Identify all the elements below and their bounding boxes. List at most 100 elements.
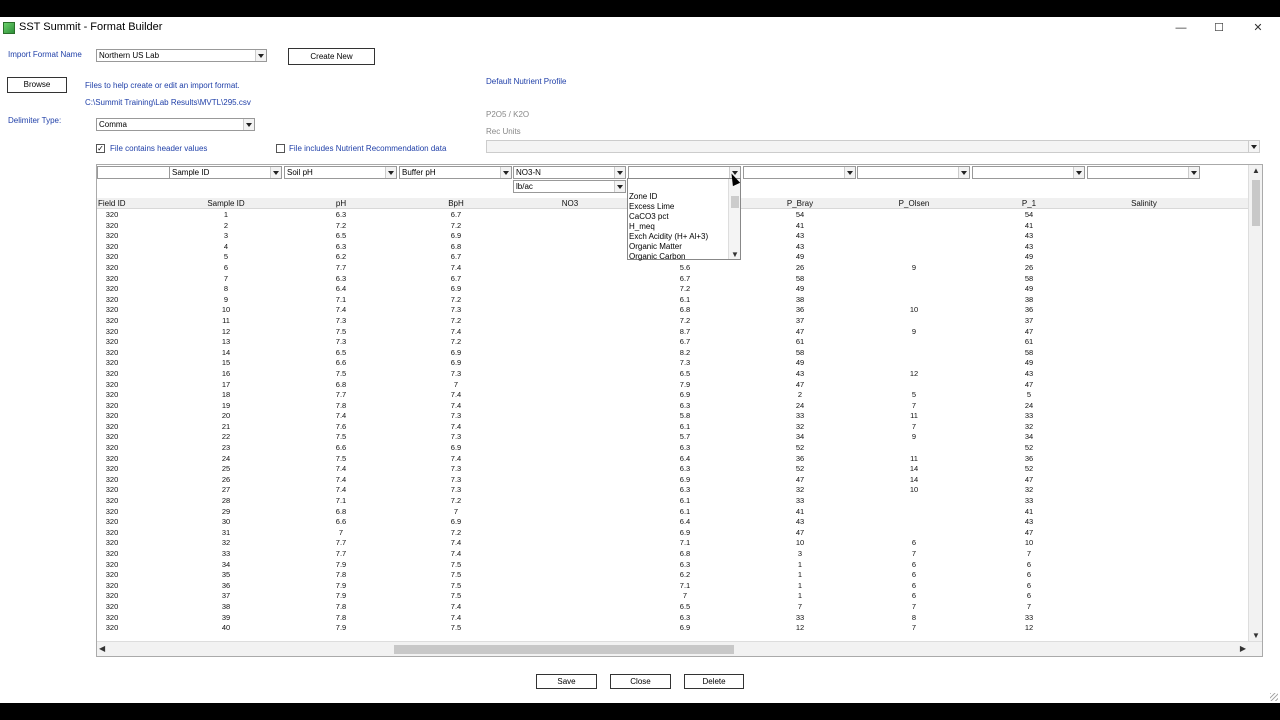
table-cell[interactable]: 58 xyxy=(972,274,1086,285)
table-cell[interactable]: 6.9 xyxy=(399,284,513,295)
chevron-down-icon[interactable] xyxy=(500,167,511,178)
table-cell[interactable]: 7 xyxy=(857,623,971,634)
resize-grip-icon[interactable] xyxy=(1270,693,1278,701)
table-cell[interactable]: 7.7 xyxy=(284,538,398,549)
table-cell[interactable]: 7.4 xyxy=(284,475,398,486)
list-scrollbar[interactable]: ▼ xyxy=(728,179,740,259)
table-cell[interactable]: 37 xyxy=(972,316,1086,327)
column-header[interactable]: pH xyxy=(284,198,398,209)
vertical-scrollbar[interactable]: ▲ ▼ xyxy=(1248,165,1262,641)
table-cell[interactable]: 6.7 xyxy=(628,337,742,348)
table-cell[interactable]: 7.4 xyxy=(399,401,513,412)
table-cell[interactable]: 49 xyxy=(972,284,1086,295)
table-cell[interactable]: 6 xyxy=(857,591,971,602)
table-cell[interactable]: 7 xyxy=(743,602,857,613)
browse-button[interactable]: Browse xyxy=(7,77,67,93)
table-cell[interactable]: 9 xyxy=(857,263,971,274)
table-cell[interactable]: 41 xyxy=(743,507,857,518)
column-header[interactable]: BpH xyxy=(399,198,513,209)
table-cell[interactable]: 7.4 xyxy=(284,305,398,316)
table-cell[interactable]: 24 xyxy=(743,401,857,412)
table-cell[interactable]: 7.4 xyxy=(399,454,513,465)
column-header[interactable]: Sample ID xyxy=(169,198,283,209)
table-row[interactable]: 320 19 7.8 7.4 6.3 24 7 24 xyxy=(97,401,1247,412)
column-header[interactable]: NO3 xyxy=(513,198,627,209)
table-cell[interactable]: 36 xyxy=(972,454,1086,465)
table-cell[interactable]: 6.2 xyxy=(628,570,742,581)
table-cell[interactable]: 7 xyxy=(972,602,1086,613)
column-mapping-select[interactable]: Sample ID xyxy=(169,166,282,179)
table-cell[interactable]: 320 xyxy=(97,358,127,369)
table-cell[interactable]: 320 xyxy=(97,221,127,232)
table-cell[interactable]: 7 xyxy=(857,401,971,412)
table-cell[interactable]: 320 xyxy=(97,570,127,581)
table-cell[interactable]: 6.6 xyxy=(284,358,398,369)
table-cell[interactable]: 25 xyxy=(169,464,283,475)
maximize-button[interactable]: ☐ xyxy=(1202,19,1236,37)
table-cell[interactable]: 7.1 xyxy=(284,295,398,306)
table-cell[interactable]: 7.3 xyxy=(284,337,398,348)
table-cell[interactable]: 7.1 xyxy=(628,581,742,592)
table-cell[interactable]: 43 xyxy=(972,231,1086,242)
table-cell[interactable]: 6.1 xyxy=(628,507,742,518)
table-cell[interactable]: 320 xyxy=(97,242,127,253)
table-cell[interactable]: 32 xyxy=(743,485,857,496)
table-cell[interactable]: 22 xyxy=(169,432,283,443)
table-row[interactable]: 320 25 7.4 7.3 6.3 52 14 52 xyxy=(97,464,1247,475)
table-cell[interactable]: 10 xyxy=(857,305,971,316)
table-cell[interactable]: 7 xyxy=(169,274,283,285)
table-cell[interactable]: 6 xyxy=(857,570,971,581)
table-cell[interactable]: 41 xyxy=(972,507,1086,518)
table-cell[interactable]: 6.7 xyxy=(399,210,513,221)
list-item[interactable]: Exch Acidity (H+ Al+3) xyxy=(629,232,708,241)
table-cell[interactable]: 9 xyxy=(857,432,971,443)
table-cell[interactable]: 47 xyxy=(972,528,1086,539)
table-cell[interactable]: 34 xyxy=(743,432,857,443)
table-row[interactable]: 320 20 7.4 7.3 5.8 33 11 33 xyxy=(97,411,1247,422)
table-cell[interactable]: 12 xyxy=(743,623,857,634)
table-cell[interactable]: 20 xyxy=(169,411,283,422)
table-cell[interactable]: 6 xyxy=(972,560,1086,571)
horizontal-scroll-thumb[interactable] xyxy=(394,645,734,654)
table-cell[interactable]: 9 xyxy=(169,295,283,306)
table-cell[interactable]: 7.2 xyxy=(399,496,513,507)
table-cell[interactable]: 13 xyxy=(169,337,283,348)
table-cell[interactable]: 1 xyxy=(743,560,857,571)
table-cell[interactable]: 7.5 xyxy=(399,623,513,634)
scroll-down-icon[interactable]: ▼ xyxy=(731,250,739,259)
scroll-left-icon[interactable]: ◀ xyxy=(99,644,105,653)
table-cell[interactable]: 320 xyxy=(97,348,127,359)
table-cell[interactable]: 49 xyxy=(743,284,857,295)
table-row[interactable]: 320 11 7.3 7.2 7.2 37 37 xyxy=(97,316,1247,327)
table-cell[interactable]: 34 xyxy=(972,432,1086,443)
table-cell[interactable]: 21 xyxy=(169,422,283,433)
header-values-checkbox[interactable]: ✓ xyxy=(96,144,105,153)
column-mapping-select[interactable] xyxy=(743,166,856,179)
table-cell[interactable]: 320 xyxy=(97,316,127,327)
table-cell[interactable]: 7.2 xyxy=(399,221,513,232)
table-cell[interactable]: 320 xyxy=(97,507,127,518)
table-cell[interactable]: 7 xyxy=(857,602,971,613)
column-mapping-select[interactable]: NO3-N xyxy=(513,166,626,179)
table-cell[interactable]: 6.2 xyxy=(284,252,398,263)
table-row[interactable]: 320 36 7.9 7.5 7.1 1 6 6 xyxy=(97,581,1247,592)
chevron-down-icon[interactable] xyxy=(844,167,855,178)
table-cell[interactable]: 52 xyxy=(972,464,1086,475)
nutrient-rec-checkbox[interactable] xyxy=(276,144,285,153)
table-cell[interactable]: 6.4 xyxy=(284,284,398,295)
table-cell[interactable]: 7 xyxy=(972,549,1086,560)
table-cell[interactable]: 6.3 xyxy=(284,242,398,253)
table-cell[interactable]: 6 xyxy=(857,538,971,549)
table-cell[interactable]: 43 xyxy=(972,517,1086,528)
table-cell[interactable]: 49 xyxy=(743,358,857,369)
table-cell[interactable]: 7 xyxy=(284,528,398,539)
table-cell[interactable]: 7.8 xyxy=(284,401,398,412)
table-cell[interactable]: 7.2 xyxy=(399,528,513,539)
table-cell[interactable]: 320 xyxy=(97,284,127,295)
table-cell[interactable]: 6.3 xyxy=(284,210,398,221)
table-cell[interactable]: 18 xyxy=(169,390,283,401)
table-cell[interactable]: 47 xyxy=(743,327,857,338)
table-cell[interactable]: 7.3 xyxy=(399,369,513,380)
table-cell[interactable]: 320 xyxy=(97,231,127,242)
table-cell[interactable]: 7.7 xyxy=(284,390,398,401)
